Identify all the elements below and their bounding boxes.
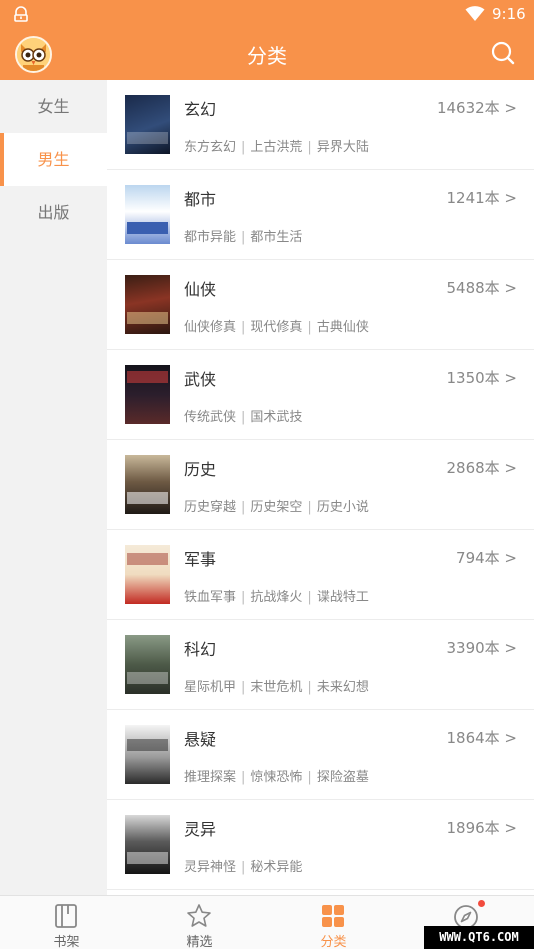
tab-label: 精选 <box>186 935 213 949</box>
tag[interactable]: 传统武侠 <box>184 410 236 425</box>
tag[interactable]: 铁血军事 <box>184 590 236 605</box>
category-row-kehuan[interactable]: 科幻 3390本 > 星际机甲 | 末世危机 | 未来幻想 <box>107 620 534 710</box>
category-count: 3390本 > <box>446 639 517 657</box>
category-row-wuxia[interactable]: 武侠 1350本 > 传统武侠 | 国术武技 <box>107 350 534 440</box>
category-count: 2868本 > <box>446 459 517 477</box>
notification-dot <box>478 900 485 907</box>
category-name: 悬疑 <box>184 730 217 749</box>
sidebar-item-publish[interactable]: 出版 <box>0 186 107 239</box>
book-cover <box>125 635 170 694</box>
tag[interactable]: 仙侠修真 <box>184 320 236 335</box>
watermark: WWW.QT6.COM <box>424 926 534 949</box>
tag[interactable]: 秘术异能 <box>250 860 302 875</box>
category-tags: 东方玄幻 | 上古洪荒 | 异界大陆 <box>184 140 369 155</box>
tag[interactable]: 都市异能 <box>184 230 236 245</box>
tag[interactable]: 末世危机 <box>250 680 302 695</box>
category-tags: 星际机甲 | 末世危机 | 未来幻想 <box>184 680 369 695</box>
book-cover <box>125 185 170 244</box>
category-sidebar: 女生 男生 出版 <box>0 80 107 895</box>
tag[interactable]: 惊悚恐怖 <box>250 770 302 785</box>
category-tags: 仙侠修真 | 现代修真 | 古典仙侠 <box>184 320 369 335</box>
book-cover <box>125 455 170 514</box>
category-name: 都市 <box>184 190 217 209</box>
category-tags: 铁血军事 | 抗战烽火 | 谍战特工 <box>184 590 369 605</box>
category-name: 玄幻 <box>184 100 217 119</box>
category-count: 1896本 > <box>446 819 517 837</box>
book-cover <box>125 545 170 604</box>
category-count: 1241本 > <box>446 189 517 207</box>
page-title: 分类 <box>247 44 287 68</box>
tag[interactable]: 星际机甲 <box>184 680 236 695</box>
grid-icon <box>322 905 344 927</box>
category-name: 历史 <box>184 460 217 479</box>
tab-category[interactable]: 分类 <box>267 896 400 949</box>
status-bar: 9:16 <box>0 0 534 28</box>
book-cover <box>125 815 170 874</box>
tag[interactable]: 灵异神怪 <box>184 860 236 875</box>
wifi-icon <box>465 6 485 22</box>
tag[interactable]: 东方玄幻 <box>184 140 236 155</box>
book-cover <box>125 95 170 154</box>
tag[interactable]: 历史架空 <box>250 500 302 515</box>
category-name: 科幻 <box>184 640 217 659</box>
category-name: 武侠 <box>184 370 217 389</box>
sidebar-item-female[interactable]: 女生 <box>0 80 107 133</box>
category-count: 5488本 > <box>446 279 517 297</box>
tag[interactable]: 探险盗墓 <box>317 770 369 785</box>
tab-bookshelf[interactable]: 书架 <box>0 896 133 949</box>
category-row-dushi[interactable]: 都市 1241本 > 都市异能 | 都市生活 <box>107 170 534 260</box>
category-row-xuanyi[interactable]: 悬疑 1864本 > 推理探案 | 惊悚恐怖 | 探险盗墓 <box>107 710 534 800</box>
tag[interactable]: 谍战特工 <box>317 590 369 605</box>
tag[interactable]: 异界大陆 <box>317 140 369 155</box>
app-header: 分类 <box>0 28 534 80</box>
book-cover <box>125 365 170 424</box>
category-tags: 传统武侠 | 国术武技 <box>184 410 303 425</box>
tag[interactable]: 国术武技 <box>250 410 302 425</box>
category-row-lingyi[interactable]: 灵异 1896本 > 灵异神怪 | 秘术异能 <box>107 800 534 890</box>
tab-label: 书架 <box>53 935 80 949</box>
category-row-junshi[interactable]: 军事 794本 > 铁血军事 | 抗战烽火 | 谍战特工 <box>107 530 534 620</box>
category-list: 玄幻 14632本 > 东方玄幻 | 上古洪荒 | 异界大陆 都市 1241本 > 都市… <box>107 80 534 895</box>
category-count: 794本 > <box>456 549 517 567</box>
status-time: 9:16 <box>492 5 526 23</box>
category-name: 灵异 <box>184 820 217 839</box>
tag[interactable]: 历史穿越 <box>184 500 236 515</box>
tag[interactable]: 都市生活 <box>250 230 302 245</box>
category-row-xuanhuan[interactable]: 玄幻 14632本 > 东方玄幻 | 上古洪荒 | 异界大陆 <box>107 80 534 170</box>
book-cover <box>125 275 170 334</box>
category-count: 1350本 > <box>446 369 517 387</box>
search-icon[interactable] <box>490 40 516 66</box>
category-tags: 灵异神怪 | 秘术异能 <box>184 860 303 875</box>
star-icon <box>187 904 211 927</box>
category-row-xianxia[interactable]: 仙侠 5488本 > 仙侠修真 | 现代修真 | 古典仙侠 <box>107 260 534 350</box>
tag[interactable]: 历史小说 <box>317 500 369 515</box>
tag[interactable]: 未来幻想 <box>317 680 369 695</box>
book-cover <box>125 725 170 784</box>
tag[interactable]: 上古洪荒 <box>250 140 302 155</box>
tag[interactable]: 推理探案 <box>184 770 236 785</box>
category-count: 14632本 > <box>436 99 517 117</box>
category-tags: 历史穿越 | 历史架空 | 历史小说 <box>184 500 369 515</box>
tag[interactable]: 抗战烽火 <box>250 590 302 605</box>
category-name: 仙侠 <box>184 280 217 299</box>
category-tags: 都市异能 | 都市生活 <box>184 230 303 245</box>
tab-label: 分类 <box>320 935 347 949</box>
tab-featured[interactable]: 精选 <box>133 896 266 949</box>
category-tags: 推理探案 | 惊悚恐怖 | 探险盗墓 <box>184 770 369 785</box>
category-row-lishi[interactable]: 历史 2868本 > 历史穿越 | 历史架空 | 历史小说 <box>107 440 534 530</box>
notification-icon <box>14 6 28 22</box>
category-name: 军事 <box>184 550 217 569</box>
bookshelf-icon <box>55 904 77 928</box>
sidebar-item-male[interactable]: 男生 <box>0 133 107 186</box>
tag[interactable]: 古典仙侠 <box>317 320 369 335</box>
category-count: 1864本 > <box>446 729 517 747</box>
tag[interactable]: 现代修真 <box>250 320 302 335</box>
